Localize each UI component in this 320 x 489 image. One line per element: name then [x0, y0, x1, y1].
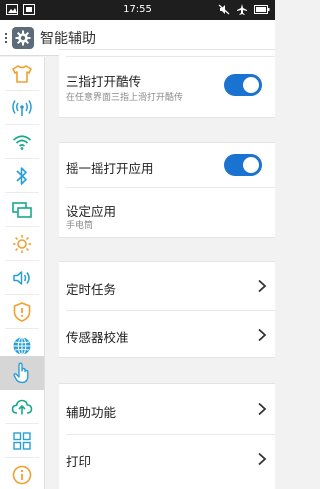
sidebar-item-brightness[interactable]: [0, 227, 44, 260]
bluetooth-icon: [16, 166, 27, 185]
volume-icon: [13, 270, 30, 285]
sidebar-item-sound[interactable]: [0, 261, 44, 294]
scheduled-tasks-label: 定时任务: [66, 282, 117, 297]
status-bar: 17:55: [0, 0, 275, 20]
sidebar-item-security[interactable]: [0, 295, 44, 328]
accessibility-card: 辅助功能 打印: [59, 383, 275, 489]
brightness-icon: [13, 234, 31, 253]
battery-icon: [254, 5, 270, 14]
shake-open-label: 摇一摇打开应用: [66, 161, 154, 176]
sidebar-item-cloud[interactable]: [0, 390, 44, 423]
sidebar-item-wifi[interactable]: [0, 125, 44, 158]
shake-open-toggle[interactable]: [224, 154, 262, 176]
shirt-icon: [12, 64, 32, 83]
sidebar: [0, 57, 45, 489]
antenna-icon: [12, 99, 32, 116]
sidebar-item-about[interactable]: [0, 458, 44, 489]
hand-icon: [13, 362, 29, 384]
three-finger-toggle[interactable]: [224, 74, 262, 96]
page-title: 智能辅助: [40, 30, 96, 47]
mute-icon: [218, 4, 230, 15]
settings-content: 三指打开酷传 在任意界面三指上滑打开酷传 摇一摇打开应用 设定应用 手电筒 定时…: [45, 49, 275, 489]
sidebar-item-display[interactable]: [0, 193, 44, 226]
accessibility-label: 辅助功能: [66, 405, 117, 420]
sensor-calibration-label: 传感器校准: [66, 330, 129, 345]
set-app-value: 手电筒: [66, 221, 94, 231]
chevron-right-icon: [258, 402, 267, 416]
three-finger-card: 三指打开酷传 在任意界面三指上滑打开酷传: [59, 49, 275, 118]
print-label: 打印: [66, 454, 92, 469]
gear-icon: [12, 26, 34, 49]
three-finger-subtitle: 在任意界面三指上滑打开酷传: [66, 93, 184, 103]
back-dots-icon[interactable]: [1, 32, 11, 43]
chevron-right-icon: [258, 328, 267, 342]
three-finger-row[interactable]: 三指打开酷传 在任意界面三指上滑打开酷传: [59, 57, 275, 117]
set-app-row[interactable]: 设定应用 手电筒: [59, 188, 275, 238]
three-finger-label: 三指打开酷传: [66, 74, 142, 89]
sidebar-item-appearance[interactable]: [0, 57, 44, 90]
screen: 17:55 智能辅助 三指打开酷传 在任意界面三指上滑打开酷传 摇一摇打开应用 …: [0, 0, 275, 489]
info-icon: [12, 465, 32, 484]
globe-icon: [13, 336, 31, 355]
tasks-card: 定时任务 传感器校准: [59, 261, 275, 358]
shake-open-row[interactable]: 摇一摇打开应用: [59, 143, 275, 187]
sidebar-item-apps[interactable]: [0, 424, 44, 457]
cloud-upload-icon: [11, 399, 33, 414]
accessibility-row[interactable]: 辅助功能: [59, 384, 275, 434]
scheduled-tasks-row[interactable]: 定时任务: [59, 262, 275, 310]
chevron-right-icon: [258, 279, 267, 293]
sidebar-item-network[interactable]: [0, 91, 44, 124]
chevron-right-icon: [258, 452, 267, 466]
sensor-calibration-row[interactable]: 传感器校准: [59, 311, 275, 358]
grid-icon: [13, 431, 31, 450]
sidebar-item-bluetooth[interactable]: [0, 159, 44, 192]
print-row[interactable]: 打印: [59, 435, 275, 485]
airplane-icon: [237, 4, 247, 15]
sidebar-item-smart-assist[interactable]: [0, 356, 44, 390]
screens-icon: [12, 201, 32, 218]
shake-card: 摇一摇打开应用 设定应用 手电筒: [59, 142, 275, 238]
shield-icon: [13, 301, 31, 322]
wifi-icon: [12, 134, 32, 150]
